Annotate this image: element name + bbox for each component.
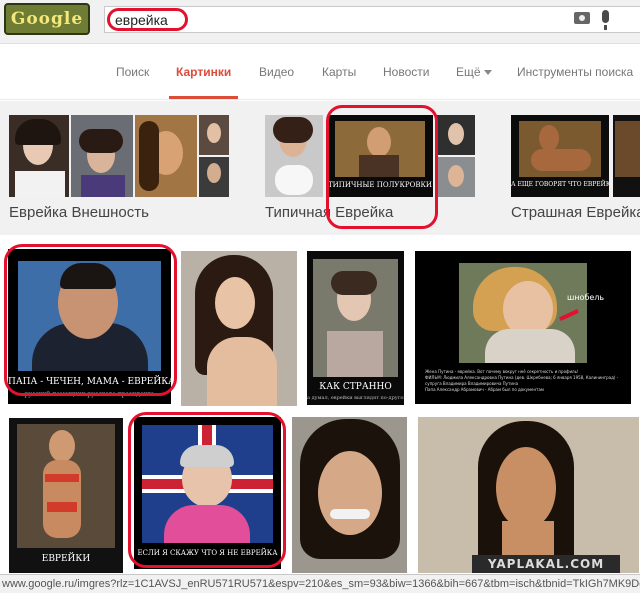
result-subcaption: а думал, еврейки выглядят по-другому (307, 395, 404, 401)
related-thumb[interactable] (437, 115, 475, 155)
image-result[interactable] (181, 251, 297, 406)
google-logo[interactable]: Google (4, 3, 90, 35)
tab-search[interactable]: Поиск (116, 65, 149, 79)
related-thumb[interactable] (199, 157, 229, 197)
watermark: YAPLAKAL.COM (472, 555, 620, 573)
related-thumb[interactable] (199, 115, 229, 155)
status-bar: www.google.ru/imgres?rlz=1C1AVSJ_enRU571… (0, 574, 640, 593)
search-input[interactable] (115, 11, 535, 29)
related-thumb[interactable] (9, 115, 69, 197)
result-caption: ЕСЛИ Я СКАЖУ ЧТО Я НЕ ЕВРЕЙКА (137, 549, 278, 557)
image-result[interactable]: КАК СТРАННО а думал, еврейки выглядят по… (307, 251, 404, 405)
search-header: Google (0, 0, 640, 44)
tab-news[interactable]: Новости (383, 65, 429, 79)
image-result[interactable]: шнобель Жена Путина - еврейка. Вот почем… (415, 251, 631, 404)
related-label[interactable]: Типичная Еврейка (265, 204, 393, 221)
related-thumb[interactable]: А ЕЩЕ ГОВОРЯТ ЧТО ЕВРЕЙКИ (511, 115, 609, 197)
chevron-down-icon (483, 70, 492, 76)
image-result[interactable]: ЕСЛИ Я СКАЖУ ЧТО Я НЕ ЕВРЕЙКА (134, 417, 281, 569)
result-text-block: Жена Путина - еврейка. Вот почему вокруг… (425, 369, 625, 393)
google-images-page: Google Поиск Картинки Видео Карты Новост… (0, 0, 640, 593)
result-caption: ЕВРЕЙКИ (41, 554, 91, 564)
search-tabs: Поиск Картинки Видео Карты Новости Ещё И… (0, 45, 640, 100)
microphone-icon[interactable] (602, 10, 609, 30)
related-thumb-caption: ТИПИЧНЫЕ ПОЛУКРОВКИ (328, 181, 432, 189)
nose-label: шнобель (567, 293, 605, 302)
related-thumb[interactable] (613, 115, 640, 197)
tab-more-label: Ещё (456, 65, 481, 79)
tab-search-tools[interactable]: Инструменты поиска (517, 65, 633, 79)
related-searches: Еврейка Внешность ТИПИЧНЫЕ ПОЛУКРОВКИ Ти… (0, 101, 640, 235)
result-subcaption: русский помощник русского президента (24, 391, 155, 398)
camera-icon[interactable] (574, 12, 590, 24)
related-thumb[interactable]: ТИПИЧНЫЕ ПОЛУКРОВКИ (327, 115, 433, 197)
search-box[interactable] (104, 6, 640, 33)
tab-images[interactable]: Картинки (176, 65, 231, 79)
related-label[interactable]: Страшная Еврейка (511, 204, 640, 221)
image-result[interactable] (292, 417, 407, 573)
image-result[interactable] (418, 417, 639, 573)
tab-maps[interactable]: Карты (322, 65, 356, 79)
result-caption: ПАПА - ЧЕЧЕН, МАМА - ЕВРЕЙКА (8, 377, 171, 387)
image-result[interactable]: ПАПА - ЧЕЧЕН, МАМА - ЕВРЕЙКА русский пом… (8, 249, 171, 404)
related-thumb[interactable] (265, 115, 323, 197)
related-label[interactable]: Еврейка Внешность (9, 204, 149, 221)
image-result[interactable]: ЕВРЕЙКИ (9, 418, 123, 573)
related-thumb[interactable] (135, 115, 197, 197)
tab-video[interactable]: Видео (259, 65, 294, 79)
tab-more[interactable]: Ещё (456, 65, 492, 79)
related-thumb[interactable] (437, 157, 475, 197)
related-thumb-caption: А ЕЩЕ ГОВОРЯТ ЧТО ЕВРЕЙКИ (511, 181, 609, 188)
result-text-line: Папа Александр Абрамович - Абрам был по … (425, 387, 544, 392)
related-thumb[interactable] (71, 115, 133, 197)
active-tab-indicator (169, 96, 238, 99)
result-caption: КАК СТРАННО (319, 382, 392, 392)
